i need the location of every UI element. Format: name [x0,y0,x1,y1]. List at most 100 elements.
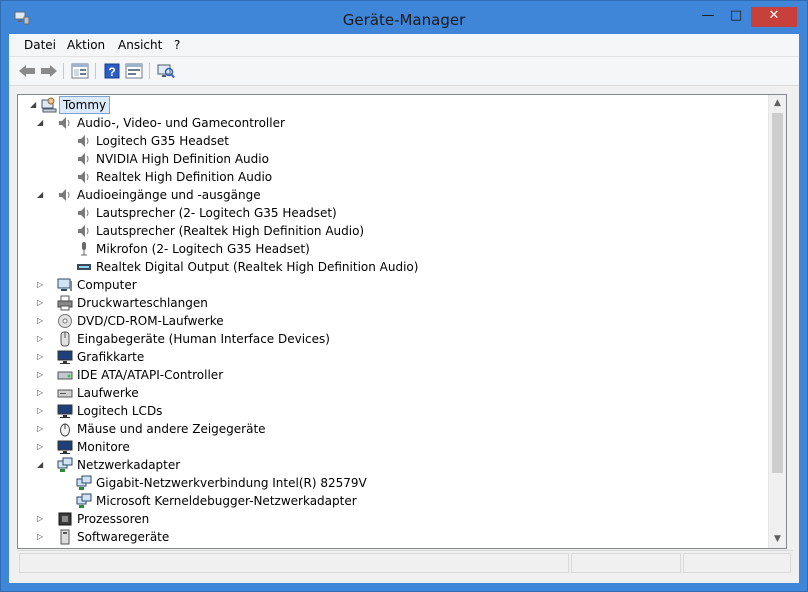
vertical-scrollbar[interactable]: ▲ ▼ [768,95,786,548]
monitor-icon [57,440,73,454]
back-arrow-icon[interactable] [17,62,37,80]
tree-node-label: Lautsprecher (Realtek High Definition Au… [96,224,365,238]
tree-node-label: Realtek High Definition Audio [96,170,273,184]
tree-node-label: Audio-, Video- und Gamecontroller [77,116,285,130]
minimize-button[interactable]: — [695,7,721,27]
tree-node-label: Mäuse und andere Zeigegeräte [77,422,266,436]
tree-device-row[interactable]: Gigabit-Netzwerkverbindung Intel(R) 8257… [18,474,768,492]
tree-category-row[interactable]: ◢ Audioeingänge und -ausgänge [18,186,768,204]
properties-icon[interactable] [70,62,90,80]
device-tree[interactable]: ◢ Tommy ◢ Audio-, Video- und Gamecontroll… [17,94,787,549]
tree-category-row[interactable]: ▷ Computer [18,276,768,294]
tree-device-row[interactable]: Logitech G35 Headset [18,132,768,150]
expand-arrow-icon[interactable]: ▷ [37,298,45,308]
tree-device-row[interactable]: Realtek High Definition Audio [18,168,768,186]
tree-category-row[interactable]: ▷ Softwaregeräte [18,528,768,546]
tree-category-row[interactable]: ◢ Audio-, Video- und Gamecontroller [18,114,768,132]
expand-arrow-icon[interactable]: ▷ [37,280,45,290]
expand-arrow-icon[interactable]: ▷ [37,334,45,344]
title-bar[interactable]: Geräte-Manager — □ ✕ [1,1,807,35]
tree-category-row[interactable]: ▷ Mäuse und andere Zeigegeräte [18,420,768,438]
tree-node-label: Realtek Digital Output (Realtek High Def… [96,260,419,274]
tree-category-row[interactable]: ▷ Grafikkarte [18,348,768,366]
tree-category-row[interactable]: ▷ Eingabegeräte (Human Interface Devices) [18,330,768,348]
expand-arrow-icon[interactable]: ▷ [37,406,45,416]
tree-category-row[interactable]: ▷ Prozessoren [18,510,768,528]
printer-icon [57,295,73,311]
speaker-icon [59,189,70,201]
tree-root-label: Tommy [59,96,111,114]
speaker-icon [59,117,70,129]
dvd-icon [58,314,72,328]
speaker-icon [78,225,89,237]
tree-device-row[interactable]: Lautsprecher (2- Logitech G35 Headset) [18,204,768,222]
computer-icon [57,278,72,291]
close-button[interactable]: ✕ [751,7,797,27]
expand-arrow-icon[interactable]: ▷ [37,424,45,434]
tree-node-label: Microsoft Kerneldebugger-Netzwerkadapter [96,494,357,508]
expand-arrow-icon[interactable]: ▷ [37,370,45,380]
expand-arrow-icon[interactable]: ▷ [37,388,45,398]
status-cell-3 [683,553,791,573]
tree-root-row[interactable]: ◢ Tommy [18,96,768,114]
monitor-icon [57,404,73,418]
expand-arrow-icon[interactable]: ▷ [37,514,45,524]
computer-user-icon [41,97,57,113]
scroll-up-arrow-icon[interactable]: ▲ [769,95,786,112]
menu-aktion[interactable]: Aktion [63,38,109,52]
expand-arrow-icon[interactable]: ▷ [37,532,45,542]
menu-datei[interactable]: Datei [20,38,60,52]
tree-device-row[interactable]: Realtek Digital Output (Realtek High Def… [18,258,768,276]
tree-category-row[interactable]: ▷ IDE ATA/ATAPI-Controller [18,366,768,384]
tree-node-label: Gigabit-Netzwerkverbindung Intel(R) 8257… [96,476,367,490]
collapse-arrow-icon[interactable]: ◢ [37,190,45,200]
drive-icon [57,389,73,398]
status-cell-2 [571,553,681,573]
expand-arrow-icon[interactable]: ▷ [37,352,45,362]
tree-category-row[interactable]: ▷ Laufwerke [18,384,768,402]
tree-node-label: Logitech LCDs [77,404,163,418]
status-bar [17,550,793,575]
client-area: Datei Aktion Ansicht ? ? ◢ Tommy ◢ Audio… [9,34,799,583]
tree-node-label: Laufwerke [77,386,139,400]
expand-arrow-icon[interactable]: ▷ [37,316,45,326]
scroll-down-arrow-icon[interactable]: ▼ [769,531,786,548]
collapse-arrow-icon[interactable]: ◢ [37,460,45,470]
device-manager-window: Geräte-Manager — □ ✕ Datei Aktion Ansich… [0,0,808,592]
tree-category-row[interactable]: ▷ Druckwarteschlangen [18,294,768,312]
tree-device-row[interactable]: Lautsprecher (Realtek High Definition Au… [18,222,768,240]
svg-text:?: ? [108,65,115,79]
scrollbar-thumb[interactable] [772,113,783,473]
scan-hardware-icon[interactable] [156,62,176,80]
toolbar-separator [95,63,96,79]
collapse-arrow-icon[interactable]: ◢ [30,100,38,110]
tree-category-row[interactable]: ▷ DVD/CD-ROM-Laufwerke [18,312,768,330]
tree-node-label: Logitech G35 Headset [96,134,229,148]
tree-category-row[interactable]: ◢ Netzwerkadapter [18,456,768,474]
network-icon [57,457,73,472]
mouse-icon [60,423,70,437]
tree-device-row[interactable]: NVIDIA High Definition Audio [18,150,768,168]
hid-icon [60,331,70,347]
menu-ansicht[interactable]: Ansicht [114,38,166,52]
speaker-icon [78,171,89,183]
forward-arrow-icon[interactable] [39,62,59,80]
console-tree-icon[interactable] [124,62,144,80]
window-title: Geräte-Manager [342,11,466,29]
processor-icon [58,512,72,526]
expand-arrow-icon[interactable]: ▷ [37,442,45,452]
speaker-icon [78,153,89,165]
tree-device-row[interactable]: Microsoft Kerneldebugger-Netzwerkadapter [18,492,768,510]
tree-category-row[interactable]: ▷ Logitech LCDs [18,402,768,420]
speaker-icon [78,135,89,147]
software-device-icon [60,529,70,545]
help-icon[interactable]: ? [102,62,122,80]
tree-device-row[interactable]: Mikrofon (2- Logitech G35 Headset) [18,240,768,258]
collapse-arrow-icon[interactable]: ◢ [37,118,45,128]
tree-category-row[interactable]: ▷ Monitore [18,438,768,456]
menu-help[interactable]: ? [170,38,184,52]
tree-node-label: Eingabegeräte (Human Interface Devices) [77,332,330,346]
maximize-button[interactable]: □ [723,7,749,27]
toolbar: ? [9,57,799,86]
tree-node-label: Softwaregeräte [77,530,170,544]
